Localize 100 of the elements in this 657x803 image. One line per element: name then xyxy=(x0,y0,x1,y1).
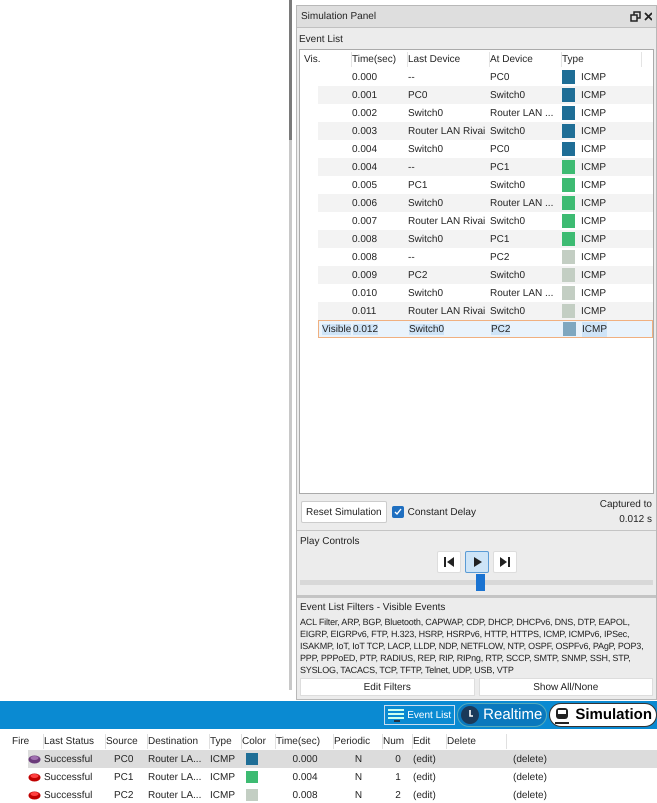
skip-forward-button[interactable] xyxy=(492,551,516,573)
column-header: Edit xyxy=(413,734,447,748)
event-row[interactable]: 0.008 Switch0 PC1 ICMP xyxy=(318,230,653,248)
pdu-row[interactable]: Successful PC2 Router LA... ICMP 0.008 N 2 (edit) (delete) xyxy=(28,786,657,803)
table-cell: ICMP xyxy=(582,322,607,336)
table-cell-text: ICMP xyxy=(581,232,606,246)
mode-tab[interactable]: Realtime xyxy=(457,703,548,727)
event-row[interactable]: Visible 0.012 Switch0 PC2 ICMP xyxy=(318,320,653,338)
fire-button-icon[interactable] xyxy=(28,772,41,782)
fire-button-icon[interactable] xyxy=(28,754,41,764)
event-row[interactable]: 0.004 -- PC1 ICMP xyxy=(318,158,653,176)
table-cell-text: ICMP xyxy=(581,268,606,282)
table-cell: PC1 xyxy=(490,234,510,244)
table-cell: PC1 xyxy=(490,162,510,172)
slider-track[interactable] xyxy=(300,574,653,591)
table-cell: Router LAN ... xyxy=(490,288,554,298)
section-title: Event List xyxy=(299,33,344,47)
delete-link[interactable]: (delete) xyxy=(513,790,547,800)
column-header: Color xyxy=(242,734,276,748)
column-header: Destination xyxy=(148,734,210,748)
event-row[interactable]: 0.009 PC2 Switch0 ICMP xyxy=(318,266,653,284)
table-cell: 0.011 xyxy=(352,306,376,316)
event-row[interactable]: 0.001 PC0 Switch0 ICMP xyxy=(318,86,653,104)
table-cell-text: ICMP xyxy=(581,178,606,192)
pdu-row[interactable]: Successful PC1 Router LA... ICMP 0.004 N 1 (edit) (delete) xyxy=(28,768,657,786)
column-header: Last Device xyxy=(408,52,490,66)
table-cell: PC0 xyxy=(490,72,510,82)
table-cell: 0.002 xyxy=(352,108,378,118)
table-cell-text: ICMP xyxy=(581,250,606,264)
table-cell: Visible xyxy=(322,324,352,334)
column-header: Fire xyxy=(0,734,44,748)
table-cell-text: ICMP xyxy=(581,124,606,138)
table-cell-text: ICMP xyxy=(581,286,606,300)
table-cell: Switch0 xyxy=(490,270,526,280)
reset-simulation-button[interactable]: Reset Simulation xyxy=(301,501,387,523)
table-cell: -- xyxy=(408,72,415,82)
edit-filters-button[interactable]: Edit Filters xyxy=(300,678,474,696)
table-cell: Successful xyxy=(44,772,92,782)
column-header: Num xyxy=(383,734,413,748)
table-cell: Router LAN Rivai xyxy=(408,306,486,316)
checkbox-label: Constant Delay xyxy=(408,506,476,520)
checkbox[interactable] xyxy=(392,506,404,518)
column-header: Time(sec) xyxy=(276,734,334,748)
table-cell-text: ICMP xyxy=(581,88,606,102)
section-title: Event List Filters - Visible Events xyxy=(300,601,446,615)
skip-back-button[interactable] xyxy=(436,551,460,573)
column-header: Periodic xyxy=(334,734,383,748)
table-cell: PC1 xyxy=(114,772,134,782)
table-cell: 0 xyxy=(395,754,401,764)
filter-list: ACL Filter, ARP, BGP, Bluetooth, CAPWAP, CDP, DHCP, DHCPv6, DNS, DTP, EAPOL, EIGRP, EIGRPv6, FTP, H.323, HSRP, HSRPv6, HTTP, HTTPS, ICMP, ICMPv6, IPSec, ISAKMP, IoT, IoT TCP, LACP, LLDP, NDP, NETFLOW, NTP, OSPF, OSPFv6, PAgP, POP3, PPP, PPPoED, PTP, RADIUS, REP, RIP, RIPng, RTP, SCCP, SMTP, SNMP, SSH, STP, SYSLOG, TACACS, TCP, TFTP, Telnet, UDP, USB, VTP xyxy=(300,616,653,676)
panel-title: Simulation Panel xyxy=(301,10,376,24)
table-cell: 0.004 xyxy=(352,162,378,172)
skip-back-icon xyxy=(442,555,456,569)
event-list-button[interactable]: Event List xyxy=(384,705,456,725)
delete-link[interactable]: (delete) xyxy=(513,754,547,764)
captured-label: Captured to xyxy=(600,498,652,512)
table-cell: -- xyxy=(408,162,415,172)
table-cell: PC2 xyxy=(408,270,428,280)
table-cell: Switch0 xyxy=(490,90,526,100)
edit-link[interactable]: (edit) xyxy=(413,772,436,782)
clock-icon xyxy=(460,705,480,725)
table-cell: Switch0 xyxy=(490,216,526,226)
table-cell: -- xyxy=(408,252,415,262)
table-cell: Switch0 xyxy=(409,324,444,334)
event-row[interactable]: 0.011 Router LAN Rivai Switch0 ICMP xyxy=(318,302,653,320)
show-all-none-button[interactable]: Show All/None xyxy=(478,678,653,696)
table-cell: Router LA... xyxy=(148,772,202,782)
column-header: Vis. xyxy=(300,52,352,66)
play-button[interactable] xyxy=(464,551,488,573)
edit-link[interactable]: (edit) xyxy=(413,790,436,800)
event-row[interactable]: 0.006 Switch0 Router LAN ... ICMP xyxy=(318,194,653,212)
table-cell-text: ICMP xyxy=(581,196,606,210)
list-icon xyxy=(388,708,404,722)
table-cell: 0.009 xyxy=(352,270,378,280)
close-icon[interactable] xyxy=(644,11,652,22)
section-title: Play Controls xyxy=(300,535,360,549)
table-cell: N xyxy=(354,772,362,782)
table-cell: 0.006 xyxy=(352,198,378,208)
scrollbar[interactable] xyxy=(289,0,292,690)
column-header: Source xyxy=(106,734,148,748)
table-cell: 0.001 xyxy=(352,90,378,100)
table-cell: Router LAN Rivai xyxy=(408,216,486,226)
table-cell: Router LAN ... xyxy=(490,198,554,208)
delete-link[interactable]: (delete) xyxy=(513,772,547,782)
table-cell-text: ICMP xyxy=(581,214,606,228)
table-cell: Router LA... xyxy=(148,790,202,800)
table-cell: 0.008 xyxy=(352,234,378,244)
event-row[interactable]: 0.003 Router LAN Rivai Switch0 ICMP xyxy=(318,122,653,140)
table-cell: 0.010 xyxy=(352,288,378,298)
table-cell: Successful xyxy=(44,790,92,800)
table-cell: Switch0 xyxy=(408,108,444,118)
table-cell-text: ICMP xyxy=(581,304,606,318)
slider-thumb[interactable] xyxy=(476,574,486,591)
table-cell: ICMP xyxy=(210,790,235,800)
edit-link[interactable]: (edit) xyxy=(413,754,436,764)
mode-tab[interactable]: Simulation xyxy=(549,703,657,727)
pdu-row[interactable]: Successful PC0 Router LA... ICMP 0.000 N 0 (edit) (delete) xyxy=(28,750,657,768)
fire-button-icon[interactable] xyxy=(28,790,41,800)
table-cell: Switch0 xyxy=(408,198,444,208)
restore-window-icon[interactable] xyxy=(630,11,641,22)
